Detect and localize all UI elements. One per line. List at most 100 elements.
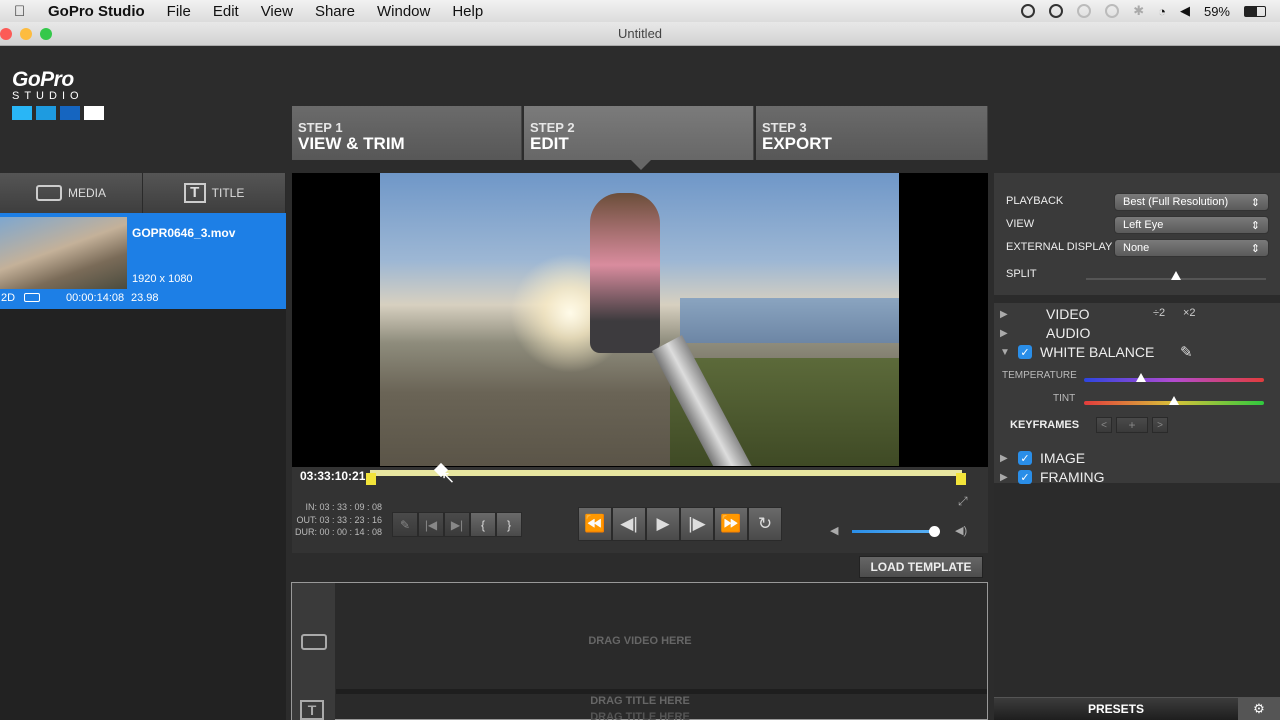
evernote-icon[interactable] xyxy=(1049,4,1064,18)
people-figure xyxy=(590,193,660,353)
out-point-handle[interactable] xyxy=(956,473,966,485)
menu-file[interactable]: File xyxy=(167,3,191,20)
view-select[interactable]: Left Eye ⇕ xyxy=(1114,216,1269,234)
gear-icon[interactable]: ⚙ xyxy=(1238,698,1280,720)
menu-window[interactable]: Window xyxy=(377,3,430,20)
step-view-trim[interactable]: STEP 1 VIEW & TRIM xyxy=(292,106,522,160)
step-export[interactable]: STEP 3 EXPORT xyxy=(756,106,988,160)
add-keyframe-button[interactable]: + xyxy=(1116,417,1148,433)
go-to-out-button[interactable]: ▶| xyxy=(444,512,470,537)
playback-select[interactable]: Best (Full Resolution) ⇕ xyxy=(1114,193,1269,211)
prev-keyframe-button[interactable]: < xyxy=(1096,417,1112,433)
view-value: Left Eye xyxy=(1123,219,1164,231)
media-thumbnail xyxy=(0,217,127,289)
window-title: Untitled xyxy=(617,26,663,41)
title-t-icon: T xyxy=(183,183,206,203)
gopro-logo: GoPro STUDIO xyxy=(12,68,104,120)
record-icon[interactable] xyxy=(1021,4,1036,18)
step-forward-button[interactable]: |▶ xyxy=(680,507,714,541)
fullscreen-icon[interactable]: ⤢ xyxy=(958,494,968,509)
section-video[interactable]: ▶ VIDEO xyxy=(1000,306,1090,322)
media-item[interactable]: GOPR0646_3.mov 1920 x 1080 2D 00:00:14:0… xyxy=(0,213,286,309)
active-step-pointer xyxy=(631,160,651,170)
next-keyframe-button[interactable]: > xyxy=(1152,417,1168,433)
drag-title-hint-2: DRAG TITLE HERE xyxy=(590,711,690,720)
playback-value: Best (Full Resolution) xyxy=(1123,196,1229,208)
eyedropper-icon[interactable]: ✎ xyxy=(1180,343,1193,361)
tint-label: TINT xyxy=(1053,393,1076,404)
menu-help[interactable]: Help xyxy=(452,3,483,20)
wifi-icon[interactable]: ◔ xyxy=(1158,4,1166,19)
apple-icon[interactable]:  xyxy=(14,3,28,20)
menu-view[interactable]: View xyxy=(261,3,293,20)
step-label: EDIT xyxy=(530,134,569,153)
logo-square-1 xyxy=(12,106,32,120)
mark-icon-button[interactable]: ✎ xyxy=(392,512,418,537)
set-in-button[interactable]: { xyxy=(470,512,496,537)
bluetooth-icon[interactable]: ✱ xyxy=(1133,3,1144,19)
video-frame[interactable] xyxy=(380,173,899,466)
go-to-in-button[interactable]: |◀ xyxy=(418,512,444,537)
section-white-balance[interactable]: ▼ ✓ WHITE BALANCE xyxy=(1000,344,1154,360)
image-checkbox[interactable]: ✓ xyxy=(1018,451,1032,465)
step-back-button[interactable]: ◀| xyxy=(612,507,646,541)
scrub-track[interactable] xyxy=(370,470,962,476)
presets-button[interactable]: PRESETS xyxy=(1088,702,1144,716)
chat-icon[interactable] xyxy=(1077,4,1092,18)
expand-icon: ▶ xyxy=(1000,327,1008,339)
external-display-select[interactable]: None ⇕ xyxy=(1114,239,1269,257)
tab-title[interactable]: T TITLE xyxy=(143,173,286,213)
cursor-arrow-icon: ↖ xyxy=(441,468,456,487)
section-video-label: VIDEO xyxy=(1046,306,1090,322)
logo-square-2 xyxy=(36,106,56,120)
transport-controls: ⏪ ◀| ▶ |▶ ⏩ ↻ xyxy=(578,507,782,541)
expand-icon: ▶ xyxy=(1000,452,1008,464)
media-fps: 23.98 xyxy=(131,292,159,304)
presets-bar: PRESETS ⚙ xyxy=(994,697,1280,720)
time-machine-icon[interactable] xyxy=(1105,4,1120,18)
media-filename: GOPR0646_3.mov xyxy=(132,226,236,240)
battery-percent[interactable]: 59% xyxy=(1204,4,1230,19)
temperature-slider[interactable] xyxy=(1084,378,1264,382)
menu-app-name[interactable]: GoPro Studio xyxy=(48,3,145,20)
section-image[interactable]: ▶ ✓ IMAGE xyxy=(1000,450,1085,466)
step-label: VIEW & TRIM xyxy=(298,134,405,153)
track-divider xyxy=(336,689,987,694)
loop-button[interactable]: ↻ xyxy=(748,507,782,541)
volume-knob[interactable] xyxy=(928,526,940,537)
in-point-handle[interactable] xyxy=(366,473,376,485)
fast-forward-button[interactable]: ⏩ xyxy=(714,507,748,541)
battery-icon[interactable] xyxy=(1244,5,1266,17)
speed-double-button[interactable]: ×2 xyxy=(1183,307,1196,319)
logo-square-3 xyxy=(60,106,80,120)
view-label: VIEW xyxy=(1006,218,1035,230)
section-framing[interactable]: ▶ ✓ FRAMING xyxy=(1000,469,1105,485)
temperature-label: TEMPERATURE xyxy=(1002,370,1077,381)
split-label: SPLIT xyxy=(1006,268,1037,280)
logo-squares xyxy=(12,106,104,120)
logo-sub: STUDIO xyxy=(12,90,84,102)
step-edit[interactable]: STEP 2 EDIT xyxy=(524,106,754,160)
section-audio[interactable]: ▶ AUDIO xyxy=(1000,325,1090,341)
current-timecode: 03:33:10:21 xyxy=(300,469,366,483)
white-balance-checkbox[interactable]: ✓ xyxy=(1018,345,1032,359)
rewind-button[interactable]: ⏪ xyxy=(578,507,612,541)
window-title-bar: Untitled xyxy=(0,22,1280,46)
menu-edit[interactable]: Edit xyxy=(213,3,239,20)
temperature-knob[interactable] xyxy=(1136,373,1146,382)
tab-media[interactable]: MEDIA xyxy=(0,173,143,213)
menu-share[interactable]: Share xyxy=(315,3,355,20)
play-button[interactable]: ▶ xyxy=(646,507,680,541)
tint-knob[interactable] xyxy=(1169,396,1179,405)
playback-label: PLAYBACK xyxy=(1006,195,1064,207)
load-template-button[interactable]: LOAD TEMPLATE xyxy=(859,556,983,578)
tab-media-label: MEDIA xyxy=(67,186,106,200)
volume-slider[interactable] xyxy=(852,530,938,533)
speed-half-button[interactable]: ÷2 xyxy=(1153,307,1165,319)
adjustments-list: ▶ VIDEO ÷2 ×2 ▶ AUDIO ▼ ✓ WHITE BALANCE ✎ TE… xyxy=(994,303,1280,485)
set-out-button[interactable]: } xyxy=(496,512,522,537)
volume-icon[interactable]: ◀ xyxy=(1180,3,1190,19)
media-resolution: 1920 x 1080 xyxy=(132,273,193,285)
split-knob[interactable] xyxy=(1171,271,1181,280)
framing-checkbox[interactable]: ✓ xyxy=(1018,470,1032,484)
